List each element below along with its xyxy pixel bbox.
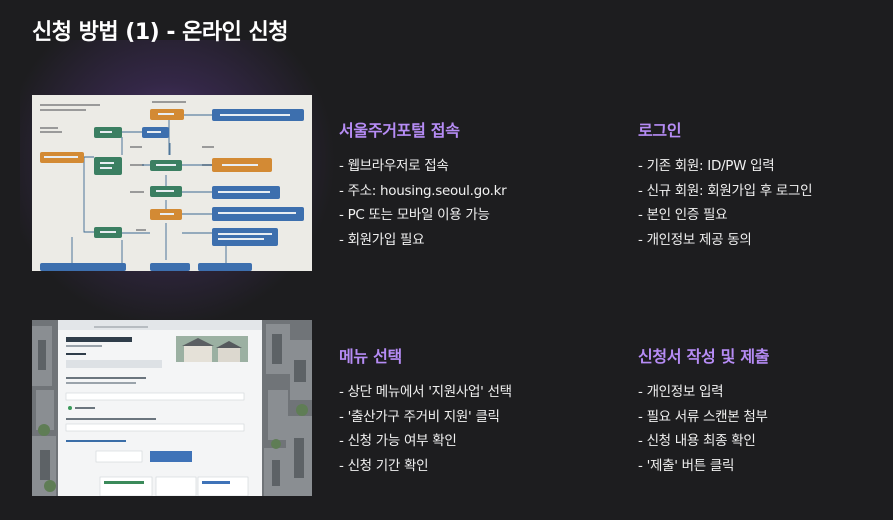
card-list: - 상단 메뉴에서 '지원사업' 선택 - '출산가구 주거비 지원' 클릭 -…: [339, 380, 579, 478]
card-title: 메뉴 선택: [339, 347, 402, 366]
flowchart-image: [32, 95, 312, 271]
card-list: - 기존 회원: ID/PW 입력 - 신규 회원: 회원가입 후 로그인 - …: [638, 154, 878, 252]
card-login: 로그인 - 기존 회원: ID/PW 입력 - 신규 회원: 회원가입 후 로그…: [638, 117, 878, 252]
list-item: - 신청 가능 여부 확인: [339, 433, 457, 449]
list-item: - 신청 내용 최종 확인: [638, 433, 756, 449]
list-item: - 웹브라우저로 접속: [339, 158, 449, 174]
list-item: - 개인정보 입력: [638, 384, 724, 400]
list-item: - 신청 기간 확인: [339, 457, 429, 474]
card-list: - 웹브라우저로 접속 - 주소: housing.seoul.go.kr - …: [339, 154, 579, 252]
website-screenshot-image: [32, 320, 312, 496]
list-item: - 신규 회원: 회원가입 후 로그인: [638, 182, 813, 199]
list-item: - 주소: housing.seoul.go.kr: [339, 182, 507, 199]
list-item: - 상단 메뉴에서 '지원사업' 선택: [339, 384, 512, 400]
list-item: - 필요 서류 스캔본 첨부: [638, 408, 768, 425]
card-application-submit: 신청서 작성 및 제출 - 개인정보 입력 - 필요 서류 스캔본 첨부 - 신…: [638, 343, 878, 478]
page-title: 신청 방법 (1) - 온라인 신청: [32, 20, 289, 45]
list-item: - 기존 회원: ID/PW 입력: [638, 158, 775, 174]
website-illustration: [32, 320, 312, 496]
list-item: - PC 또는 모바일 이용 가능: [339, 207, 490, 223]
card-portal-access: 서울주거포털 접속 - 웹브라우저로 접속 - 주소: housing.seou…: [339, 117, 579, 252]
card-title: 서울주거포털 접속: [339, 121, 460, 140]
card-list: - 개인정보 입력 - 필요 서류 스캔본 첨부 - 신청 내용 최종 확인 -…: [638, 380, 878, 478]
list-item: - 회원가입 필요: [339, 231, 425, 248]
list-item: - 개인정보 제공 동의: [638, 231, 752, 248]
card-title: 로그인: [638, 121, 682, 140]
card-menu-select: 메뉴 선택 - 상단 메뉴에서 '지원사업' 선택 - '출산가구 주거비 지원…: [339, 343, 579, 478]
list-item: - 본인 인증 필요: [638, 207, 728, 223]
card-title: 신청서 작성 및 제출: [638, 347, 770, 366]
list-item: - '제출' 버튼 클릭: [638, 457, 735, 474]
flowchart-illustration: [32, 95, 312, 271]
list-item: - '출산가구 주거비 지원' 클릭: [339, 408, 500, 425]
